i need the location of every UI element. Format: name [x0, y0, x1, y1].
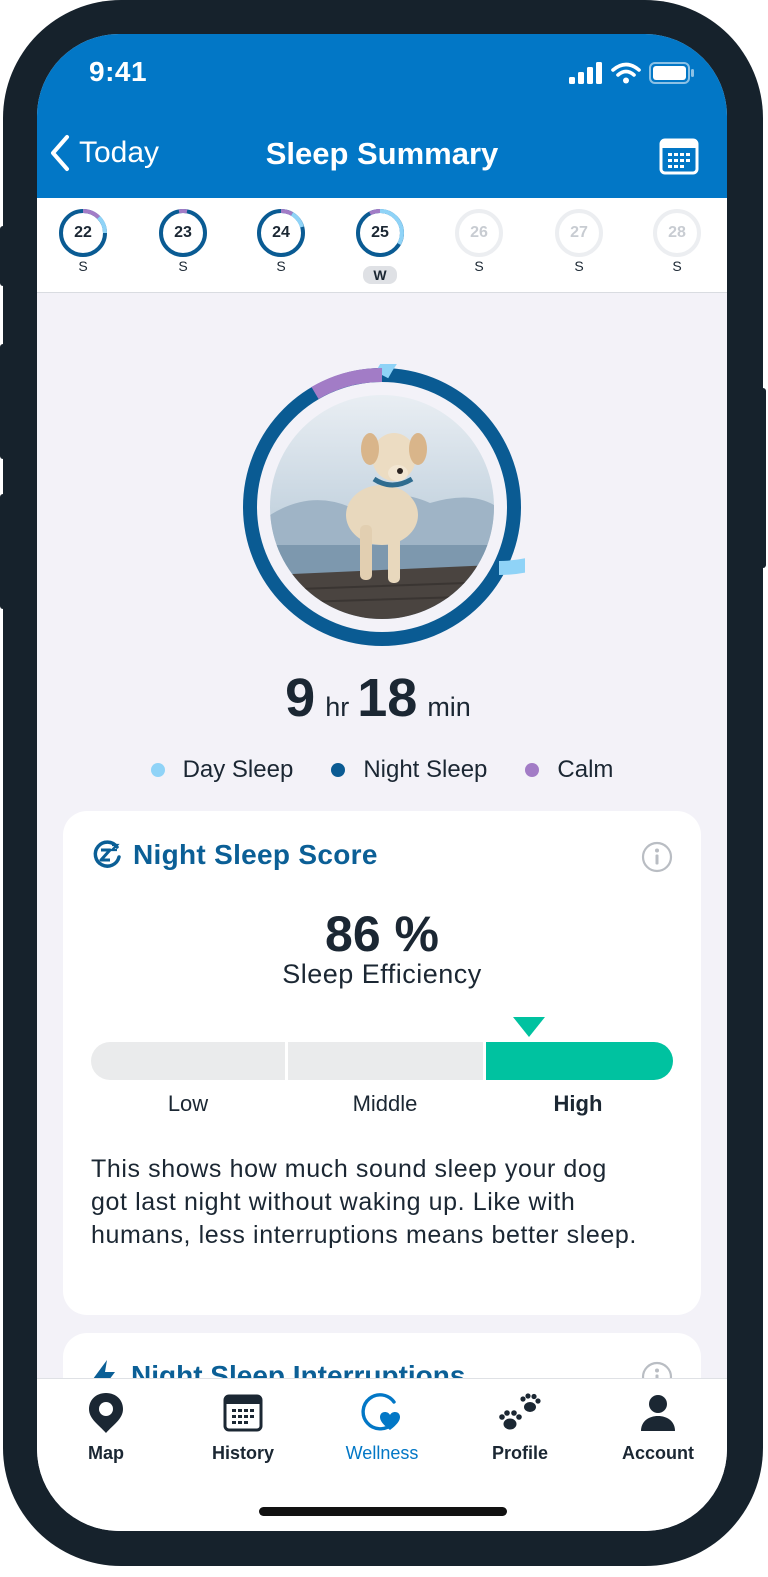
- sleep-minutes: 18: [357, 668, 418, 728]
- phone-volume-down: [0, 494, 8, 609]
- dog-photo-image: [270, 395, 494, 619]
- card-title: Night Sleep Score: [133, 839, 378, 870]
- day-number: 28: [668, 224, 686, 241]
- sleep-legend: Day Sleep Night Sleep Calm: [37, 756, 727, 784]
- scale-label-low: Low: [167, 1091, 209, 1116]
- status-icons: [569, 62, 695, 84]
- triangle-marker-icon: [513, 1017, 545, 1037]
- person-icon: [641, 1395, 675, 1431]
- day-item-24[interactable]: 24 S: [254, 208, 308, 276]
- phone-volume-up: [0, 344, 8, 459]
- day-letter-selected: W: [363, 266, 397, 284]
- legend-label: Calm: [557, 756, 614, 783]
- legend-label: Night Sleep: [363, 756, 488, 783]
- legend-dot-calm: [525, 763, 540, 777]
- day-item-22[interactable]: 22 S: [56, 208, 110, 276]
- day-item-28[interactable]: 28 S: [650, 208, 704, 276]
- day-item-23[interactable]: 23 S: [156, 208, 210, 276]
- sleep-z-icon: [93, 840, 121, 868]
- tab-wellness[interactable]: Wellness: [322, 1391, 442, 1464]
- legend-night-sleep: Night Sleep: [331, 756, 487, 784]
- tab-label: Account: [622, 1443, 694, 1463]
- tab-label: Wellness: [345, 1443, 419, 1463]
- day-number: 27: [570, 224, 588, 241]
- sleep-minutes-unit: min: [427, 692, 471, 722]
- day-item-27[interactable]: 27 S: [552, 208, 606, 276]
- sleep-hours: 9: [285, 668, 316, 728]
- day-item-25[interactable]: 25 W: [353, 208, 407, 285]
- scale-label-high: High: [553, 1091, 603, 1116]
- legend-dot-night-sleep: [331, 763, 346, 777]
- tab-bar: Map History Wellness Profile Account: [37, 1378, 727, 1531]
- map-pin-icon: [89, 1393, 123, 1433]
- info-icon: [641, 841, 673, 873]
- legend-dot-day-sleep: [150, 763, 165, 777]
- score-scale: [91, 1042, 673, 1080]
- date-selector: 22 S 23 S 24 S 25 W 26 S 27 S 28 S: [37, 198, 727, 293]
- tab-label: Map: [88, 1443, 124, 1463]
- day-letter: S: [178, 258, 188, 274]
- tab-label: Profile: [491, 1443, 548, 1463]
- wellness-heart-icon: [361, 1393, 400, 1431]
- sleep-hours-unit: hr: [325, 692, 350, 722]
- phone-power-button: [758, 388, 766, 568]
- legend-calm: Calm: [525, 756, 613, 784]
- day-letter: S: [474, 258, 484, 274]
- page-title: Sleep Summary: [265, 136, 499, 171]
- app-screen: 9:41 Today Sleep Summary 22 S 23 S 24 S …: [37, 34, 727, 1531]
- day-number: 25: [371, 224, 389, 241]
- score-value: 86 %: [325, 906, 439, 962]
- battery-icon: [649, 62, 694, 84]
- score-label: Sleep Efficiency: [282, 959, 482, 989]
- sleep-duration: 9 hr 18 min: [37, 667, 727, 729]
- night-sleep-score-card: Night Sleep Score 86 % Sleep Efficiency …: [63, 811, 701, 1315]
- wifi-icon: [611, 62, 641, 84]
- scale-labels: Low Middle High: [91, 1091, 673, 1121]
- tab-map[interactable]: Map: [46, 1391, 166, 1464]
- day-letter: S: [574, 258, 584, 274]
- app-header: 9:41 Today Sleep Summary: [37, 34, 727, 198]
- sleep-ring: [239, 297, 639, 650]
- day-letter: S: [672, 258, 682, 274]
- scale-segment-high: [486, 1042, 673, 1080]
- tab-account[interactable]: Account: [598, 1391, 718, 1464]
- tab-history[interactable]: History: [183, 1391, 303, 1464]
- home-indicator[interactable]: [259, 1507, 507, 1516]
- day-item-26[interactable]: 26 S: [452, 208, 506, 276]
- legend-day-sleep: Day Sleep: [150, 756, 294, 784]
- legend-label: Day Sleep: [182, 756, 294, 783]
- calendar-icon: [659, 138, 699, 175]
- paw-icon: [499, 1393, 541, 1430]
- day-number: 24: [272, 224, 290, 241]
- day-letter: S: [276, 258, 286, 274]
- score-description: This shows how much sound sleep your dog…: [91, 1155, 637, 1249]
- status-time: 9:41: [89, 56, 148, 87]
- day-number: 26: [470, 224, 488, 241]
- cellular-signal-icon: [569, 62, 602, 84]
- tab-profile[interactable]: Profile: [460, 1391, 580, 1464]
- calendar-button[interactable]: [659, 137, 699, 180]
- phone-mute-switch: [0, 226, 8, 286]
- dog-photo: [270, 395, 494, 619]
- day-letter: S: [78, 258, 88, 274]
- scale-segment-low: [91, 1042, 285, 1080]
- day-number: 22: [74, 224, 92, 241]
- tab-label: History: [211, 1443, 274, 1463]
- day-number: 23: [174, 224, 192, 241]
- card-header: Night Sleep Score: [91, 839, 378, 871]
- info-button[interactable]: [641, 841, 673, 878]
- scale-segment-middle: [288, 1042, 483, 1080]
- calendar-icon: [223, 1394, 263, 1432]
- scale-label-middle: Middle: [352, 1091, 418, 1116]
